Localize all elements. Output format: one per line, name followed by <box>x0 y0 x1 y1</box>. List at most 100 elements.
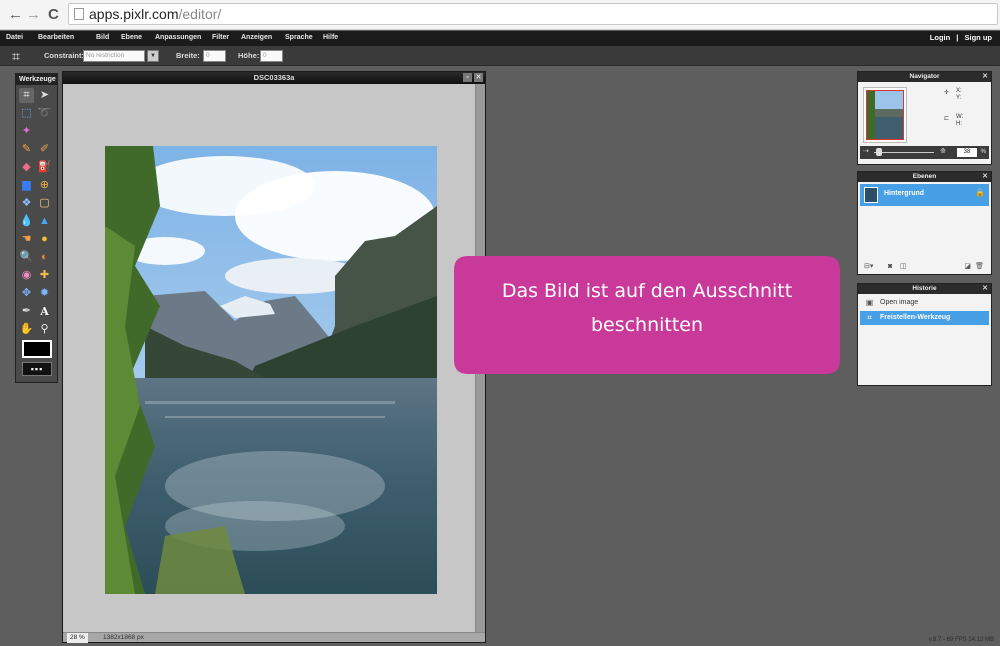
sponge-icon[interactable]: ● <box>37 232 52 247</box>
close-icon[interactable]: ✕ <box>982 172 988 182</box>
crop-icon[interactable]: ⌗ <box>19 88 34 103</box>
spot-heal-icon[interactable]: ✚ <box>37 268 52 283</box>
zoom-icon[interactable]: ⚲ <box>37 322 52 337</box>
sharpen-icon[interactable]: ▲ <box>37 214 52 229</box>
navigator-zoom-field[interactable]: 38 <box>957 148 977 157</box>
close-icon[interactable]: ✕ <box>474 73 483 82</box>
callout-line-2: beschnitten <box>590 314 704 336</box>
type-icon[interactable]: A <box>37 304 52 319</box>
menu-anzeigen[interactable]: Anzeigen <box>241 33 272 43</box>
callout-annotation: Das Bild ist auf den Ausschnitt beschnit… <box>454 256 840 374</box>
layer-item[interactable]: Hintergrund 🔒 <box>860 184 989 206</box>
open-image-icon: ▣ <box>865 298 874 307</box>
login-link[interactable]: Login <box>930 33 950 42</box>
arrow-right-icon[interactable]: → <box>26 6 41 24</box>
navigator-viewport <box>866 90 904 140</box>
layer-settings-icon[interactable]: ⊟▾ <box>864 262 873 272</box>
constraint-select[interactable]: No restriction <box>83 50 145 62</box>
smudge-icon[interactable]: ☚ <box>19 232 34 247</box>
layer-mask-icon[interactable]: ◙ <box>888 262 892 272</box>
blur-icon[interactable]: 💧 <box>19 214 34 229</box>
chevron-down-icon[interactable]: ▼ <box>147 50 159 62</box>
burn-icon[interactable]: ◐ <box>37 250 52 265</box>
close-icon[interactable]: ✕ <box>982 284 988 294</box>
lasso-icon[interactable]: ➰ <box>37 106 52 121</box>
layers-footer: ⊟▾ ◙ ◫ ◪ 🗑 <box>860 262 989 272</box>
arrow-left-icon[interactable]: ← <box>8 6 23 24</box>
history-item-selected[interactable]: ⌗ Freistellen-Werkzeug <box>860 311 989 325</box>
redeye-icon[interactable]: ◉ <box>19 268 34 283</box>
pixlr-editor-app: ← → C apps.pixlr.com/editor/ Datei Bearb… <box>0 0 1000 646</box>
menu-ebene[interactable]: Ebene <box>121 33 142 43</box>
height-field[interactable]: 0 <box>260 50 283 62</box>
wand-icon[interactable]: ✦ <box>19 124 34 139</box>
url-path: /editor/ <box>178 6 222 22</box>
menu-bild[interactable]: Bild <box>96 33 109 43</box>
auth-links: Login | Sign up <box>930 33 992 43</box>
crop-icon: ⌗ <box>867 313 872 322</box>
close-icon[interactable]: ✕ <box>982 72 988 82</box>
zoom-in-icon[interactable]: ⟰ <box>940 147 946 155</box>
eraser-icon[interactable]: ◆ <box>19 160 34 175</box>
hand-icon[interactable]: ✋ <box>19 322 34 337</box>
layers-title: Ebenen ✕ <box>858 172 991 182</box>
pencil-icon[interactable]: ✎ <box>19 142 34 157</box>
history-item-label: Freistellen-Werkzeug <box>880 314 951 321</box>
history-item[interactable]: ▣ Open image <box>860 296 989 310</box>
zoom-out-icon[interactable]: ⇢ <box>863 147 869 155</box>
lock-icon[interactable]: 🔒 <box>975 188 985 197</box>
delete-layer-icon[interactable]: 🗑 <box>975 262 984 272</box>
gradient-icon[interactable]: ▆ <box>19 178 34 193</box>
bloat-icon[interactable]: ✥ <box>19 286 34 301</box>
brush-icon[interactable]: ✐ <box>37 142 52 157</box>
callout-text: Das Bild ist auf den Ausschnitt beschnit… <box>454 274 840 342</box>
browser-toolbar: ← → C apps.pixlr.com/editor/ <box>0 0 1000 30</box>
reload-icon[interactable]: C <box>48 6 59 24</box>
address-bar[interactable]: apps.pixlr.com/editor/ <box>68 3 998 25</box>
new-layer-icon[interactable]: ◪ <box>964 262 971 272</box>
page-icon <box>74 8 84 20</box>
zoom-field[interactable]: 28 % <box>67 633 88 643</box>
width-field[interactable]: 0 <box>203 50 226 62</box>
menu-bearbeiten[interactable]: Bearbeiten <box>38 33 74 43</box>
bucket-icon[interactable]: ⛽ <box>37 160 52 175</box>
nav-h-label: H: <box>956 121 962 127</box>
image-dimensions: 1382x1868 px <box>103 634 144 641</box>
width-label: Breite: <box>176 51 200 60</box>
picker-icon[interactable]: ✒ <box>19 304 34 319</box>
size-icon: ⊏ <box>944 116 950 122</box>
tools-panel: Werkzeuge ⌗ ➤ ⬚ ➰ ✦ ✎ ✐ ◆ ⛽ ▆ ⊕ ❖ ▢ 💧 ▲ … <box>15 73 58 383</box>
primary-color-swatch[interactable] <box>22 340 52 358</box>
canvas-area[interactable] <box>63 84 475 632</box>
zoom-slider-track[interactable] <box>874 152 934 153</box>
move-icon[interactable]: ➤ <box>37 88 52 103</box>
maximize-icon[interactable]: ▫ <box>463 73 472 82</box>
zoom-value: 28 <box>70 634 78 641</box>
navigator-thumbnail[interactable] <box>863 87 907 143</box>
dodge-icon[interactable]: 🔍 <box>19 250 34 265</box>
menu-filter[interactable]: Filter <box>212 33 229 43</box>
pinch-icon[interactable]: ✹ <box>37 286 52 301</box>
photo-image <box>105 146 437 594</box>
signup-link[interactable]: Sign up <box>965 33 993 42</box>
drawing-icon[interactable]: ▢ <box>37 196 52 211</box>
clone-icon[interactable]: ⊕ <box>37 178 52 193</box>
history-item-label: Open image <box>880 299 919 306</box>
menu-bar: Datei Bearbeiten Bild Ebene Anpassungen … <box>0 31 1000 46</box>
marquee-icon[interactable]: ⬚ <box>19 106 34 121</box>
colorreplace-icon[interactable]: ❖ <box>19 196 34 211</box>
menu-anpassungen[interactable]: Anpassungen <box>155 33 201 43</box>
history-panel: Historie ✕ ▣ Open image ⌗ Freistellen-We… <box>857 283 992 386</box>
menu-sprache[interactable]: Sprache <box>285 33 313 43</box>
tool-options-bar: ⌗ Constraint: No restriction ▼ Breite: 0… <box>0 46 1000 66</box>
history-title-text: Historie <box>912 285 937 292</box>
color-palette-icon[interactable]: ▪▪▪ <box>22 362 52 376</box>
crosshair-icon: ✛ <box>944 90 950 96</box>
url-host: apps.pixlr.com <box>89 6 179 22</box>
layer-style-icon[interactable]: ◫ <box>900 262 907 272</box>
zoom-slider-handle[interactable] <box>876 148 882 156</box>
menu-hilfe[interactable]: Hilfe <box>323 33 338 43</box>
document-window: DSC03363a ▫ ✕ 28 % 1382x1868 px <box>62 71 486 643</box>
layers-title-text: Ebenen <box>912 173 937 180</box>
menu-datei[interactable]: Datei <box>6 33 23 43</box>
